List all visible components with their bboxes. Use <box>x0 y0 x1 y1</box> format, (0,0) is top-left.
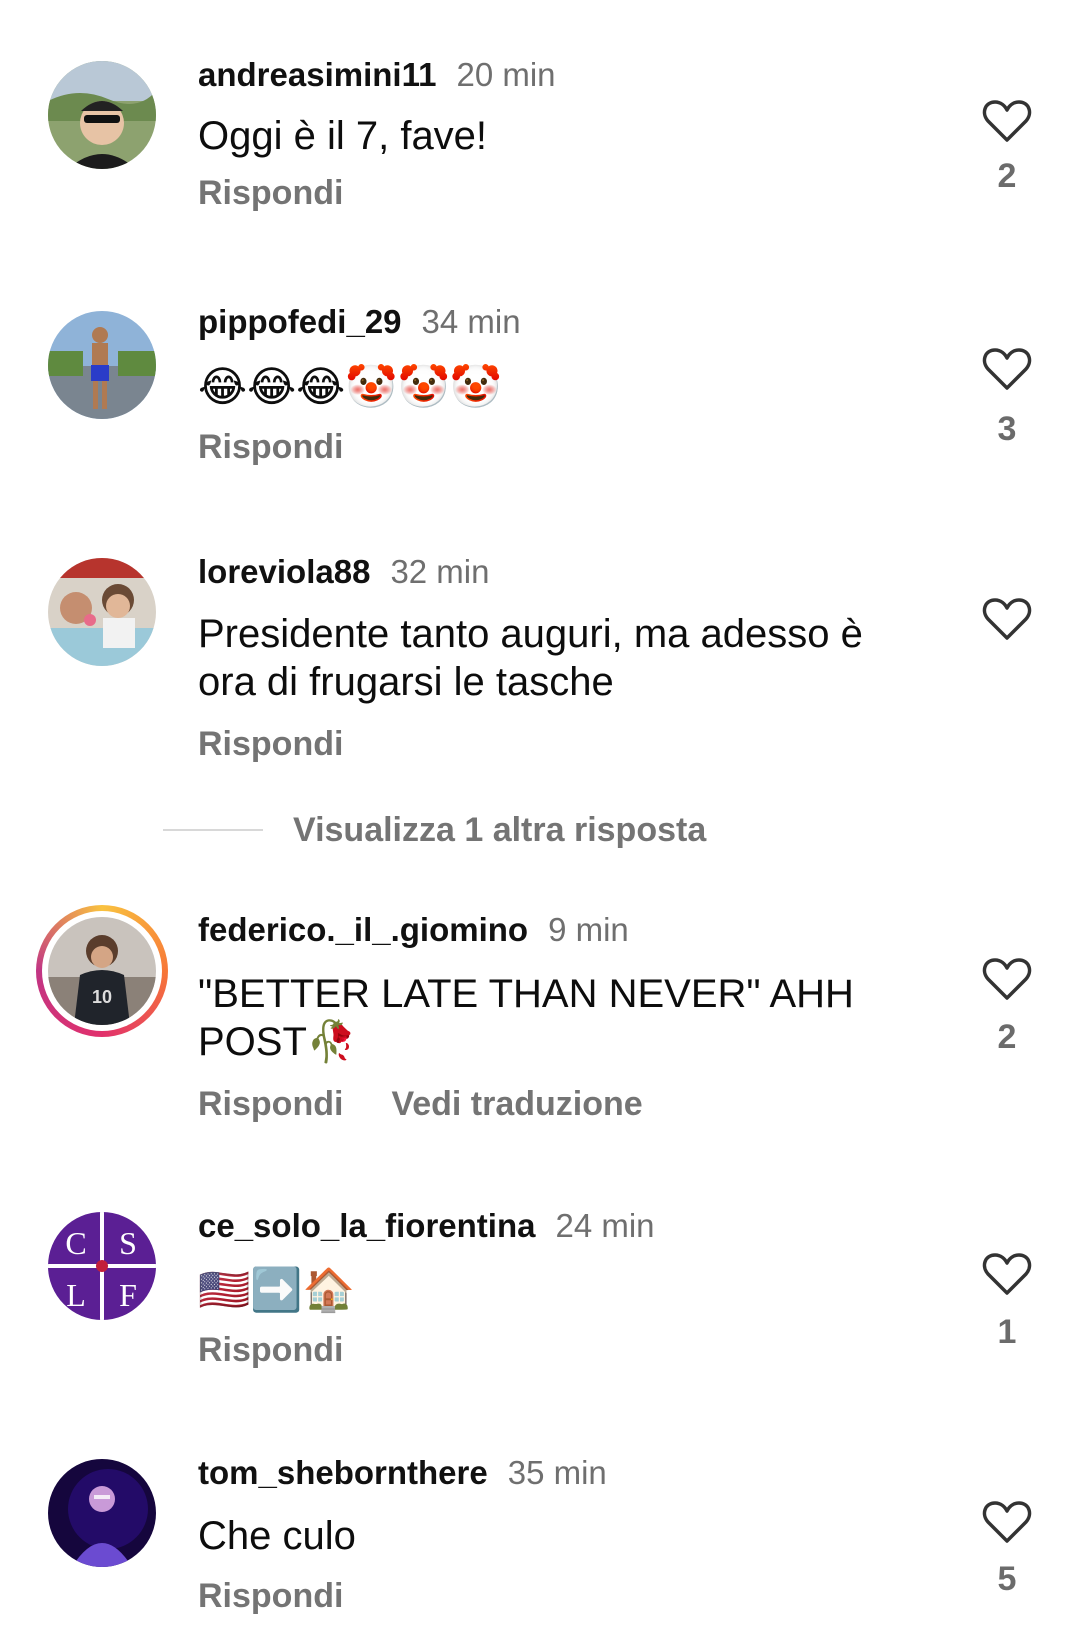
comment-text: Presidente tanto auguri, ma adesso è ora… <box>198 612 863 704</box>
reply-button[interactable]: Rispondi <box>198 174 343 212</box>
see-translation-button[interactable]: Vedi traduzione <box>391 1085 642 1123</box>
comment-actions: Rispondi <box>198 173 391 213</box>
reply-button[interactable]: Rispondi <box>198 1085 343 1123</box>
timestamp: 35 min <box>507 1454 607 1491</box>
view-more-replies-label[interactable]: Visualizza 1 altra risposta <box>293 811 706 850</box>
avatar[interactable] <box>48 558 156 666</box>
timestamp: 34 min <box>421 303 521 340</box>
comment-actions: Rispondi Vedi traduzione <box>198 1084 691 1124</box>
like-count: 1 <box>997 1313 1017 1351</box>
heart-icon[interactable] <box>982 1252 1032 1296</box>
comment-text: "BETTER LATE THAN NEVER" AHH POST🥀 <box>198 972 854 1064</box>
view-more-replies[interactable]: Visualizza 1 altra risposta <box>163 810 706 850</box>
heart-icon[interactable] <box>982 1500 1032 1544</box>
avatar[interactable] <box>48 61 156 169</box>
comment-text: Che culo <box>198 1514 356 1558</box>
badge-letter: F <box>119 1277 137 1313</box>
avatar-story-ring[interactable]: 10 <box>36 905 168 1037</box>
like-count: 3 <box>997 410 1017 448</box>
username[interactable]: pippofedi_29 <box>198 303 402 340</box>
reply-button[interactable]: Rispondi <box>198 1331 343 1369</box>
comment-text: Oggi è il 7, fave! <box>198 114 488 158</box>
reply-button[interactable]: Rispondi <box>198 428 343 466</box>
comment-actions: Rispondi <box>198 427 391 467</box>
comment-actions: Rispondi <box>198 1330 391 1370</box>
username[interactable]: tom_shebornthere <box>198 1454 488 1491</box>
badge-letter: C <box>65 1225 86 1261</box>
heart-icon[interactable] <box>982 99 1032 143</box>
avatar[interactable]: C S L F <box>48 1212 156 1320</box>
like-count: 5 <box>997 1560 1017 1598</box>
badge-letter: L <box>66 1277 86 1313</box>
username[interactable]: andreasimini11 <box>198 56 436 93</box>
avatar: 10 <box>48 917 156 1025</box>
reply-thread-divider <box>163 829 263 831</box>
avatar[interactable] <box>48 1459 156 1567</box>
heart-icon[interactable] <box>982 957 1032 1001</box>
comment-meta: ce_solo_la_fiorentina 24 min <box>198 1206 655 1246</box>
comment-meta: pippofedi_29 34 min <box>198 302 521 342</box>
timestamp: 9 min <box>548 911 629 948</box>
comment-actions: Rispondi <box>198 724 391 764</box>
comment-meta: loreviola88 32 min <box>198 552 490 592</box>
comment-meta: federico._il_.giomino 9 min <box>198 910 629 950</box>
svg-text:10: 10 <box>92 987 112 1007</box>
badge-letter: S <box>119 1225 137 1261</box>
like-count: 2 <box>997 1018 1017 1056</box>
avatar-ring-gap: 10 <box>42 911 162 1031</box>
heart-icon[interactable] <box>982 347 1032 391</box>
comment-text: 🇺🇸➡️🏠 <box>198 1266 355 1313</box>
heart-icon[interactable] <box>982 597 1032 641</box>
comment-actions: Rispondi <box>198 1576 391 1616</box>
reply-button[interactable]: Rispondi <box>198 1577 343 1615</box>
timestamp: 32 min <box>390 553 490 590</box>
reply-button[interactable]: Rispondi <box>198 725 343 763</box>
like-count: 2 <box>997 157 1017 195</box>
username[interactable]: ce_solo_la_fiorentina <box>198 1207 535 1244</box>
comment-text: 😂😂😂🤡🤡🤡 <box>198 363 503 410</box>
timestamp: 24 min <box>555 1207 655 1244</box>
timestamp: 20 min <box>456 56 556 93</box>
comment-meta: tom_shebornthere 35 min <box>198 1453 607 1493</box>
username[interactable]: federico._il_.giomino <box>198 911 528 948</box>
avatar[interactable] <box>48 311 156 419</box>
username[interactable]: loreviola88 <box>198 553 370 590</box>
comment-meta: andreasimini11 20 min <box>198 55 556 95</box>
